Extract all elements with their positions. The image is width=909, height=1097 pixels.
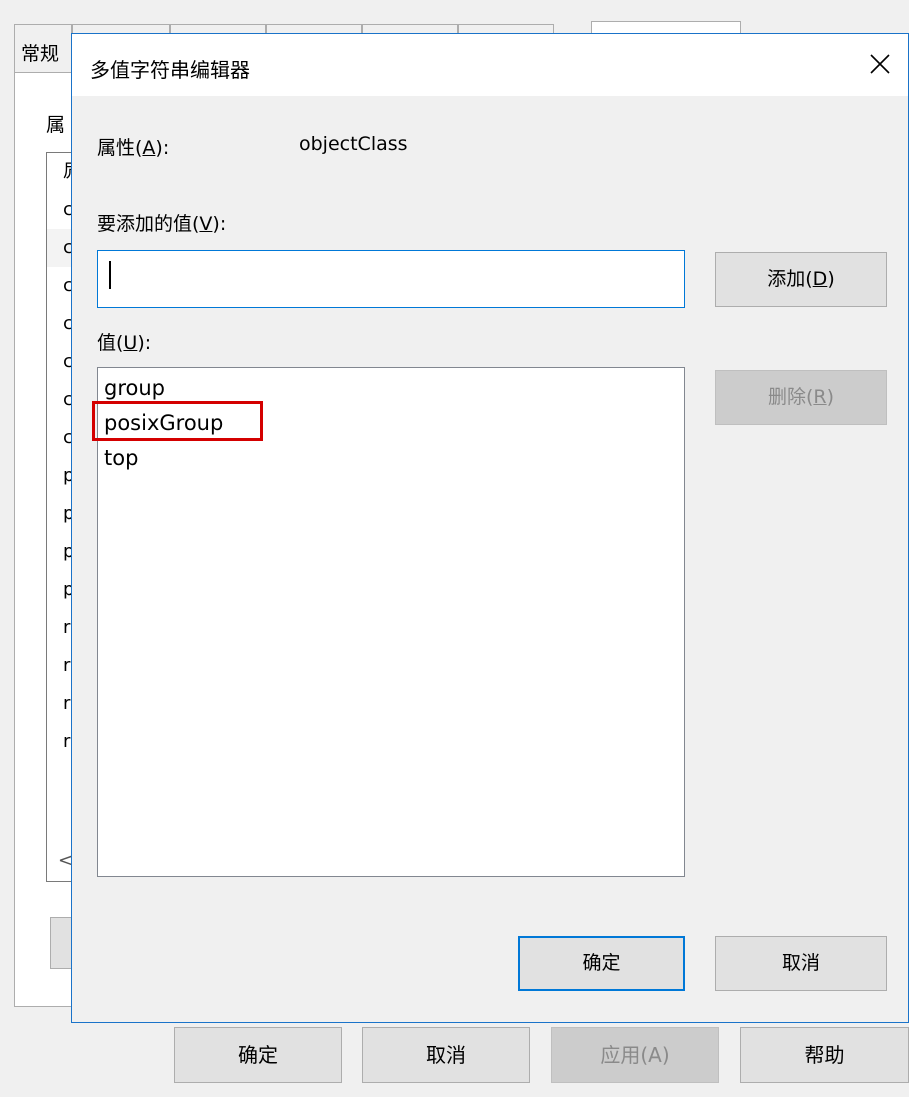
apply-button[interactable]: 应用(A) [551,1027,719,1083]
ok-button[interactable]: 确定 [174,1027,342,1083]
tab-general[interactable]: 常规 [14,24,72,72]
list-item[interactable]: group [101,371,168,406]
dialog-title: 多值字符串编辑器 [90,58,250,82]
values-list[interactable]: group posixGroup top [97,367,685,877]
help-button[interactable]: 帮助 [740,1027,909,1083]
values-label: 值(U): [97,332,152,354]
cancel-button[interactable]: 取消 [362,1027,530,1083]
value-to-add-label: 要添加的值(V): [97,213,227,235]
close-button[interactable] [852,34,908,96]
text-caret [109,261,111,289]
title-bar[interactable]: 多值字符串编辑器 [72,34,908,96]
close-icon [870,54,890,74]
multi-valued-string-editor-dialog: 多值字符串编辑器 属性(A): objectClass 要添加的值(V): 添加… [71,33,909,1023]
remove-button[interactable]: 删除(R) [715,370,887,425]
dialog-ok-button[interactable]: 确定 [518,936,685,991]
value-to-add-input[interactable] [97,250,685,308]
add-button[interactable]: 添加(D) [715,252,887,307]
list-item[interactable]: posixGroup [101,406,226,441]
attribute-value: objectClass [299,133,408,155]
attributes-label: 属 [46,114,66,136]
list-item[interactable]: top [101,441,141,476]
attribute-label: 属性(A): [97,137,170,159]
dialog-cancel-button[interactable]: 取消 [715,936,887,991]
